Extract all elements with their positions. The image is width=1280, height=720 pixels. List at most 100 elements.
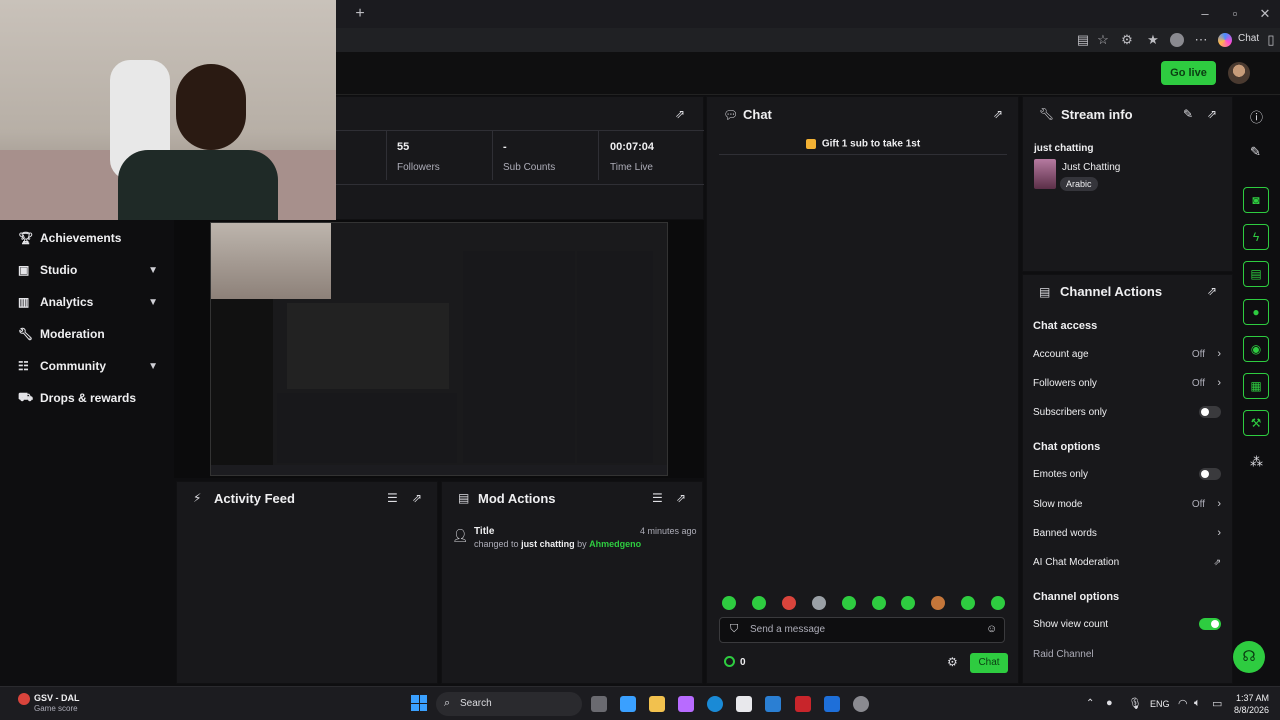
emote-icon[interactable] (931, 596, 945, 610)
apps-icon[interactable]: ⁂ (1250, 454, 1263, 470)
setting-slow-mode[interactable]: Slow mode Off › (1033, 496, 1223, 512)
person-head (176, 64, 246, 150)
sidebar-item-label: Achievements (40, 231, 122, 245)
microphone-icon[interactable]: 🎙︎ (1128, 697, 1142, 710)
emote-icon[interactable] (842, 596, 856, 610)
close-window-icon[interactable]: ✕ (1256, 5, 1274, 23)
info-icon[interactable]: ⓘ (1250, 107, 1263, 126)
emotes-only-toggle[interactable] (1199, 468, 1221, 480)
mod-username[interactable]: Ahmedgeno (589, 539, 641, 549)
wrench-icon: 🔧︎ (1039, 107, 1055, 121)
store-icon[interactable] (736, 696, 752, 712)
copilot-label[interactable]: Chat (1238, 33, 1259, 44)
tray-app-icon[interactable]: ● (1106, 697, 1113, 709)
notes-icon[interactable]: ▤ (1243, 261, 1269, 287)
battery-icon[interactable]: ▭ (1212, 697, 1222, 710)
popout-icon[interactable]: ⇗ (1207, 284, 1217, 298)
lightning-icon[interactable]: ϟ (1243, 224, 1269, 250)
wrench-icon[interactable]: ⚒ (1243, 410, 1269, 436)
profile-icon[interactable] (1170, 33, 1184, 47)
channel-points-icon[interactable] (724, 656, 735, 667)
subscribers-only-toggle[interactable] (1199, 406, 1221, 418)
chat-settings-gear-icon[interactable]: ⚙ (947, 655, 958, 669)
section-chat-access: Chat access (1033, 320, 1098, 332)
setting-followers-only[interactable]: Followers only Off › (1033, 375, 1223, 391)
sidebar-item-analytics[interactable]: ▥ Analytics ▼ (18, 292, 166, 312)
copilot-app-icon[interactable] (678, 696, 694, 712)
emote-icon[interactable] (752, 596, 766, 610)
go-live-button[interactable]: Go live (1161, 61, 1216, 85)
broadcast-icon[interactable]: ◉ (1243, 336, 1269, 362)
category-name[interactable]: Just Chatting (1062, 162, 1120, 173)
windows-start-icon[interactable] (411, 695, 427, 711)
emote-icon[interactable] (991, 596, 1005, 610)
task-view-icon[interactable] (591, 696, 607, 712)
setting-account-age[interactable]: Account age Off › (1033, 346, 1223, 362)
favorites-icon[interactable]: ★ (1144, 31, 1162, 49)
clock-date[interactable]: 8/8/2026 (1234, 705, 1269, 715)
emote-icon[interactable] (812, 596, 826, 610)
sidebar-item-studio[interactable]: ▣ Studio ▼ (18, 260, 166, 280)
setting-raid-channel[interactable]: Raid Channel (1033, 646, 1223, 662)
edge-browser-icon[interactable] (707, 696, 723, 712)
app-icon[interactable] (620, 696, 636, 712)
setting-banned-words[interactable]: Banned words › (1033, 525, 1223, 541)
emote-icon[interactable] (901, 596, 915, 610)
chat-send-button[interactable]: Chat (970, 653, 1008, 673)
sidebar-item-moderation[interactable]: 🔧︎ Moderation (18, 324, 166, 344)
chevron-up-icon[interactable]: ⌃ (1086, 698, 1094, 709)
emote-icon[interactable] (722, 596, 736, 610)
security-app-icon[interactable] (795, 696, 811, 712)
sidebar-item-achievements[interactable]: 🏆︎ Achievements (18, 228, 166, 248)
sidebar-toggle-icon[interactable]: ▯ (1262, 31, 1280, 49)
filter-icon[interactable]: ☰ (387, 491, 398, 505)
volume-icon[interactable]: 🔈︎ (1194, 697, 1201, 710)
emote-icon[interactable] (872, 596, 886, 610)
tag-badge[interactable]: Arabic (1060, 177, 1098, 191)
popout-icon[interactable]: ⇗ (993, 107, 1003, 121)
emoji-icon[interactable]: ☺ (986, 623, 997, 635)
language-indicator[interactable]: ENG (1150, 699, 1170, 709)
emote-icon[interactable] (782, 596, 796, 610)
weather-widget-icon[interactable] (18, 693, 30, 705)
clock-time[interactable]: 1:37 AM (1236, 693, 1269, 703)
file-explorer-icon[interactable] (649, 696, 665, 712)
mail-icon[interactable] (824, 696, 840, 712)
category-box-art[interactable] (1034, 159, 1056, 189)
gift-banner[interactable]: Gift 1 sub to take 1st (719, 135, 1007, 155)
headset-help-icon[interactable]: ☊ (1233, 641, 1265, 673)
settings-gear-icon[interactable] (853, 696, 869, 712)
show-view-count-toggle[interactable] (1199, 618, 1221, 630)
maximize-icon[interactable]: ▫ (1226, 5, 1244, 23)
divider (386, 130, 387, 180)
clip-icon[interactable]: ◙ (1243, 187, 1269, 213)
extension-icon[interactable]: ⚙ (1118, 31, 1136, 49)
sidebar-item-community[interactable]: ☷ Community ▼ (18, 356, 166, 376)
copilot-icon[interactable] (1218, 33, 1232, 47)
layout-icon[interactable]: ▦ (1243, 373, 1269, 399)
pencil-icon[interactable]: ✎ (1250, 144, 1261, 160)
setting-ai-chat-moderation[interactable]: AI Chat Moderation ⇗ (1033, 554, 1223, 570)
popout-icon[interactable]: ⇗ (412, 491, 422, 505)
favorite-star-icon[interactable]: ☆ (1094, 31, 1112, 49)
pencil-icon[interactable]: ✎ (1183, 107, 1193, 121)
app-icon[interactable] (765, 696, 781, 712)
popout-icon[interactable]: ⇗ (1207, 107, 1217, 121)
wifi-icon[interactable]: ◠ (1178, 697, 1188, 710)
chat-bubble-icon[interactable]: ● (1243, 299, 1269, 325)
popout-icon[interactable]: ⇗ (676, 491, 686, 505)
reader-icon[interactable]: ▤ (1074, 31, 1092, 49)
webcam-overlay (0, 0, 336, 220)
popout-icon[interactable]: ⇗ (675, 107, 685, 121)
filter-icon[interactable]: ☰ (652, 491, 663, 505)
more-menu-icon[interactable]: ⋯ (1192, 31, 1210, 49)
emote-icon[interactable] (961, 596, 975, 610)
taskbar-search[interactable]: ⌕ Search (436, 692, 582, 716)
chat-input[interactable]: ⛉ Send a message ☺ (719, 617, 1005, 643)
widget-title[interactable]: GSV - DAL (34, 693, 80, 703)
new-tab-icon[interactable]: + (351, 5, 369, 23)
gift-text: Gift 1 sub to take 1st (821, 138, 921, 150)
avatar[interactable] (1228, 62, 1250, 84)
sidebar-item-drops[interactable]: ⛟ Drops & rewards (18, 388, 166, 408)
minimize-icon[interactable]: – (1196, 5, 1214, 23)
